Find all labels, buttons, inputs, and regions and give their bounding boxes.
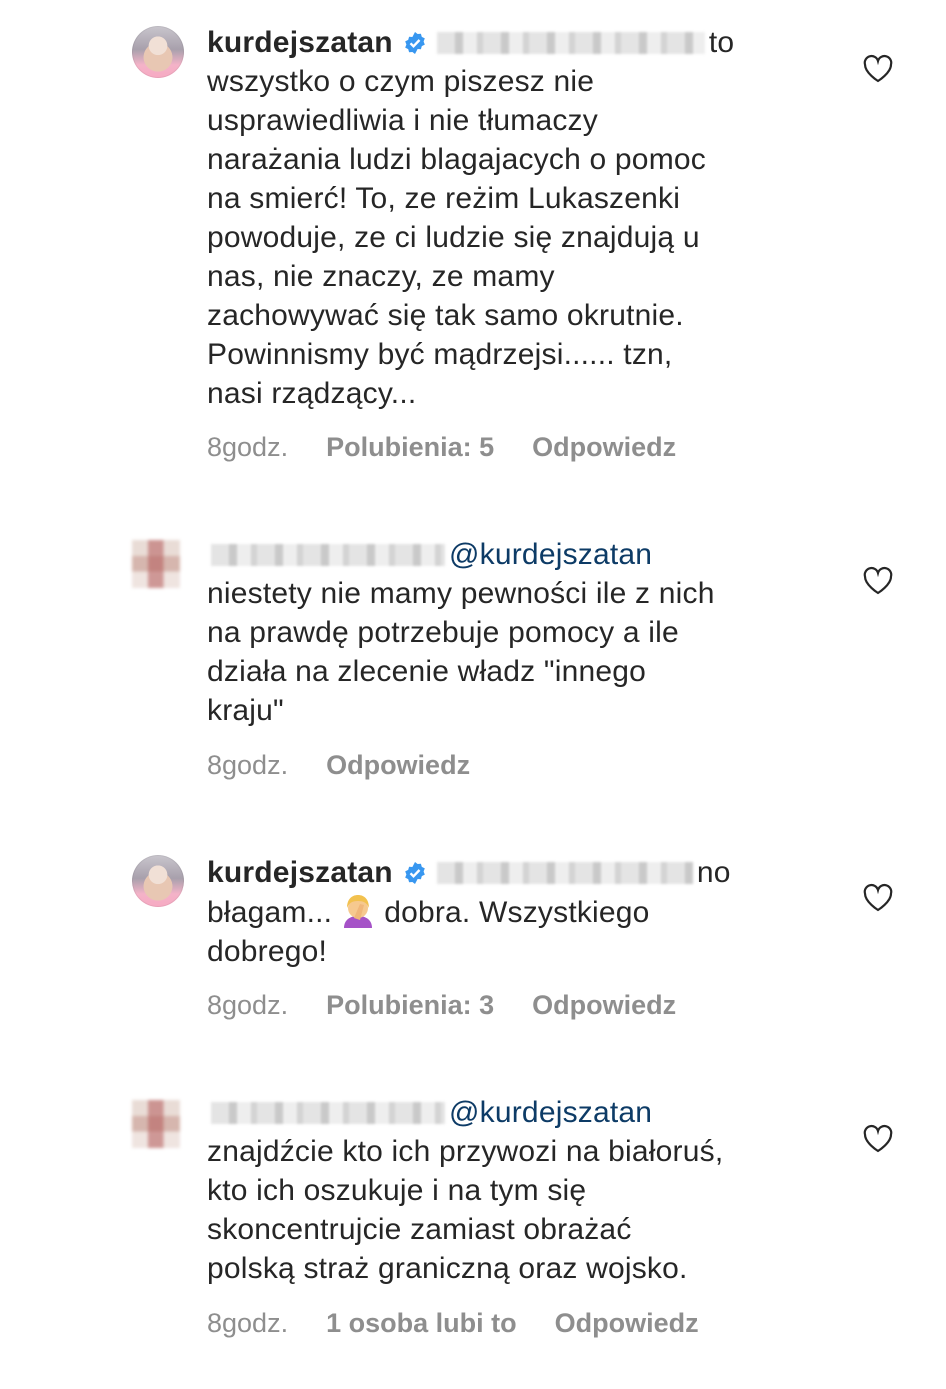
comment-line: kto ich oszukuje i na tym się [207,1174,587,1207]
comment-line: nasi rządzący... [207,377,417,410]
comment-text: dobra. Wszystkiego [384,896,650,929]
comment-meta: 8godz. Polubienia: 5 Odpowiedz [207,432,714,463]
comment-line: wszystko o czym piszesz nie [207,65,595,98]
comment-meta: 8godz. Polubienia: 3 Odpowiedz [207,990,714,1021]
comment-line: zachowywać się tak samo okrutnie. [207,299,684,332]
timestamp: 8godz. [207,432,289,462]
comment-line: kraju" [207,694,284,727]
comment-line: niestety nie mamy pewności ile z nich [207,577,715,610]
heart-icon[interactable] [862,1124,894,1154]
comment-line: powoduje, ze ci ludzie się znajdują u [207,221,700,254]
comment-text: błagam... [207,896,333,929]
comment-body: @kurdejszatan znajdźcie kto ich przywozi… [207,1093,827,1288]
heart-icon[interactable] [862,566,894,596]
comment-text: no [696,856,731,889]
comment-line: nas, nie znaczy, ze mamy [207,260,555,293]
mention-link[interactable]: @kurdejszatan [449,538,652,571]
comment-text: to [708,26,735,59]
likes-count[interactable]: Polubienia: 5 [326,432,494,462]
comment-line: polską straż graniczną oraz wojsko. [207,1252,688,1285]
comment-line: narażania ludzi blagajacych o pomoc [207,143,706,176]
timestamp: 8godz. [207,750,289,780]
comment-line: na smierć! To, ze reżim Lukaszenki [207,182,681,215]
verified-badge-icon [405,862,425,884]
reply-button[interactable]: Odpowiedz [326,750,470,780]
comment-line: usprawiedliwia i nie tłumaczy [207,104,598,137]
comment-line: dobrego! [207,935,328,968]
reply-button[interactable]: Odpowiedz [532,432,676,462]
comment-line: działa na zlecenie władz "innego [207,655,646,688]
avatar[interactable] [132,540,180,588]
comment-meta: 8godz. 1 osoba lubi to Odpowiedz [207,1308,737,1339]
comment-body: kurdejszatan no błagam... dobra. Wszystkie… [207,853,827,971]
redacted-username [211,1102,445,1124]
woman-facepalming-emoji-icon [344,895,373,928]
username[interactable]: kurdejszatan [207,26,393,59]
comment-line: skoncentrujcie zamiast obrażać [207,1213,632,1246]
timestamp: 8godz. [207,1308,289,1338]
redacted-mention [436,862,693,884]
reply-button[interactable]: Odpowiedz [555,1308,699,1338]
comment-meta: 8godz. Odpowiedz [207,750,508,781]
redacted-mention [436,32,705,54]
mention-link[interactable]: @kurdejszatan [449,1096,652,1129]
heart-icon[interactable] [862,883,894,913]
likes-count[interactable]: Polubienia: 3 [326,990,494,1020]
verified-badge-icon [405,32,425,54]
comment-line: na prawdę potrzebuje pomocy a ile [207,616,679,649]
comment-line: Powinnismy być mądrzejsi...... tzn, [207,338,673,371]
timestamp: 8godz. [207,990,289,1020]
reply-button[interactable]: Odpowiedz [532,990,676,1020]
redacted-username [211,544,445,566]
likes-count[interactable]: 1 osoba lubi to [326,1308,517,1338]
avatar[interactable] [132,855,184,907]
username[interactable]: kurdejszatan [207,856,393,889]
avatar[interactable] [132,26,184,78]
comment-line: znajdźcie kto ich przywozi na białoruś, [207,1135,724,1168]
comment-body: kurdejszatan to wszystko o czym piszesz n… [207,23,827,413]
avatar[interactable] [132,1100,180,1148]
comment-body: @kurdejszatan niestety nie mamy pewności… [207,535,827,730]
heart-icon[interactable] [862,54,894,84]
